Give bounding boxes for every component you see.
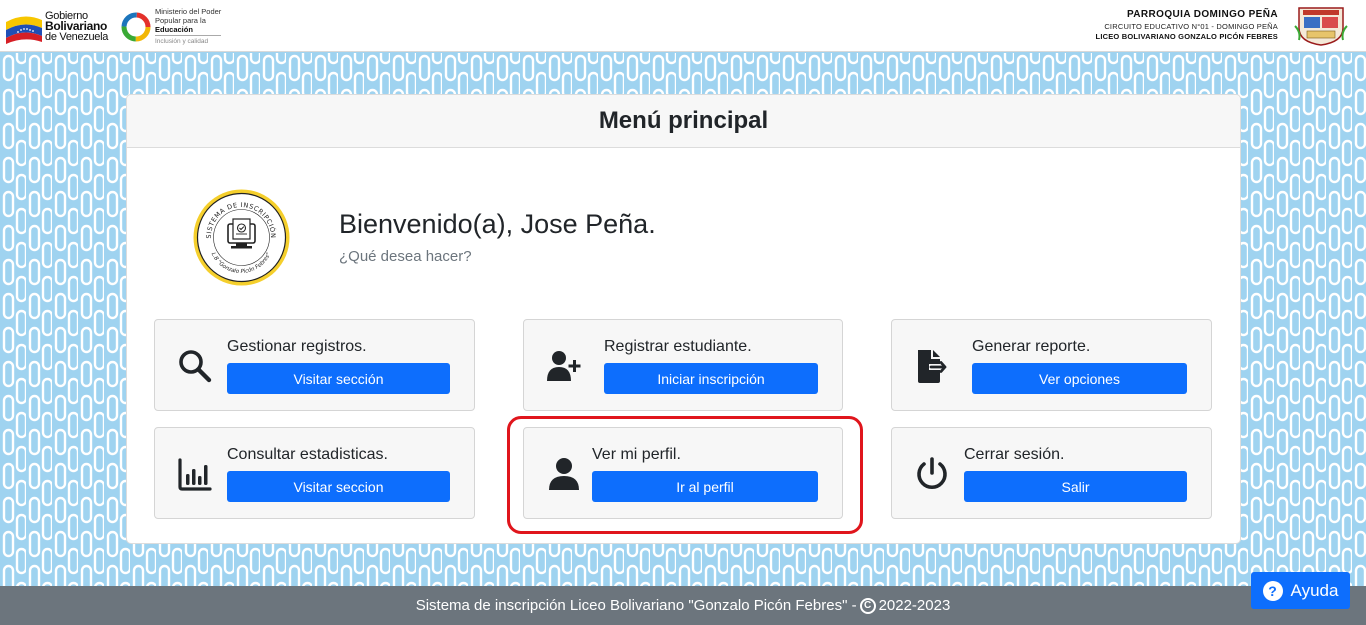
help-label: Ayuda — [1290, 580, 1339, 600]
circuito-text: CIRCUITO EDUCATIVO N°01 - DOMINGO PEÑA — [1104, 22, 1278, 31]
tile-cerrar-sesion: Cerrar sesión. Salir — [891, 427, 1212, 519]
visitar-seccion-registros-button[interactable]: Visitar sección — [227, 363, 450, 394]
ministerio-educacion-logo: Ministerio del Poder Popular para la Edu… — [121, 6, 231, 48]
gobierno-bolivariano-logo: Gobierno Bolivariano de Venezuela — [4, 8, 114, 48]
tile-label: Registrar estudiante. — [604, 338, 752, 355]
ministerio-line4: Inclusión y calidad — [155, 35, 222, 46]
tile-label: Ver mi perfil. — [592, 446, 681, 463]
power-icon — [917, 457, 947, 490]
iniciar-inscripcion-button[interactable]: Iniciar inscripción — [604, 363, 818, 394]
help-button[interactable]: ? Ayuda — [1251, 572, 1350, 609]
footer-years: 2022-2023 — [878, 597, 951, 614]
salir-button[interactable]: Salir — [964, 471, 1187, 502]
tile-label: Consultar estadisticas. — [227, 446, 388, 463]
tile-consultar-estadisticas: Consultar estadisticas. Visitar seccion — [154, 427, 475, 519]
search-icon — [179, 350, 212, 383]
file-export-icon — [918, 350, 947, 383]
welcome-message: Bienvenido(a), Jose Peña. — [339, 209, 656, 239]
ministerio-line2: Popular para la — [155, 16, 206, 25]
ver-opciones-button[interactable]: Ver opciones — [972, 363, 1187, 394]
enrollment-system-seal-icon: SISTEMA DE INSCRIPCIÓN L.B "Gonzalo Picó… — [193, 189, 290, 286]
ministerio-line3: Educación — [155, 25, 193, 34]
card-header: Menú principal — [127, 95, 1240, 148]
parroquia-text: PARROQUIA DOMINGO PEÑA — [1126, 9, 1278, 20]
question-circle-icon: ? — [1262, 580, 1283, 601]
tile-gestionar-registros: Gestionar registros. Visitar sección — [154, 319, 475, 411]
welcome-subtitle: ¿Qué desea hacer? — [339, 248, 472, 265]
user-icon — [549, 458, 579, 490]
tile-registrar-estudiante: Registrar estudiante. Iniciar inscripció… — [523, 319, 843, 411]
footer-text: Sistema de inscripción Liceo Bolivariano… — [415, 597, 857, 614]
venezuela-flag-icon — [6, 16, 42, 44]
school-info: PARROQUIA DOMINGO PEÑA CIRCUITO EDUCATIV… — [1096, 9, 1278, 42]
top-header: Gobierno Bolivariano de Venezuela Minist… — [0, 0, 1366, 52]
ir-al-perfil-button[interactable]: Ir al perfil — [592, 471, 818, 502]
ministerio-ring-icon — [121, 12, 151, 42]
footer: Sistema de inscripción Liceo Bolivariano… — [0, 586, 1366, 625]
school-crest-icon — [1294, 7, 1348, 46]
copyright-icon: C — [859, 597, 876, 614]
page-title: Menú principal — [598, 107, 769, 134]
tile-label: Generar reporte. — [972, 338, 1091, 355]
tile-ver-perfil: Ver mi perfil. Ir al perfil — [523, 427, 843, 519]
tile-generar-reporte: Generar reporte. Ver opciones — [891, 319, 1212, 411]
user-plus-icon — [547, 351, 581, 381]
liceo-text: LICEO BOLIVARIANO GONZALO PICÓN FEBRES — [1095, 32, 1278, 41]
tile-label: Gestionar registros. — [227, 338, 367, 355]
chart-bar-icon — [178, 458, 212, 491]
visitar-seccion-estadisticas-button[interactable]: Visitar seccion — [227, 471, 450, 502]
tile-label: Cerrar sesión. — [964, 446, 1065, 463]
ministerio-line1: Ministerio del Poder — [155, 7, 222, 16]
gobierno-line3: de Venezuela — [45, 31, 109, 43]
